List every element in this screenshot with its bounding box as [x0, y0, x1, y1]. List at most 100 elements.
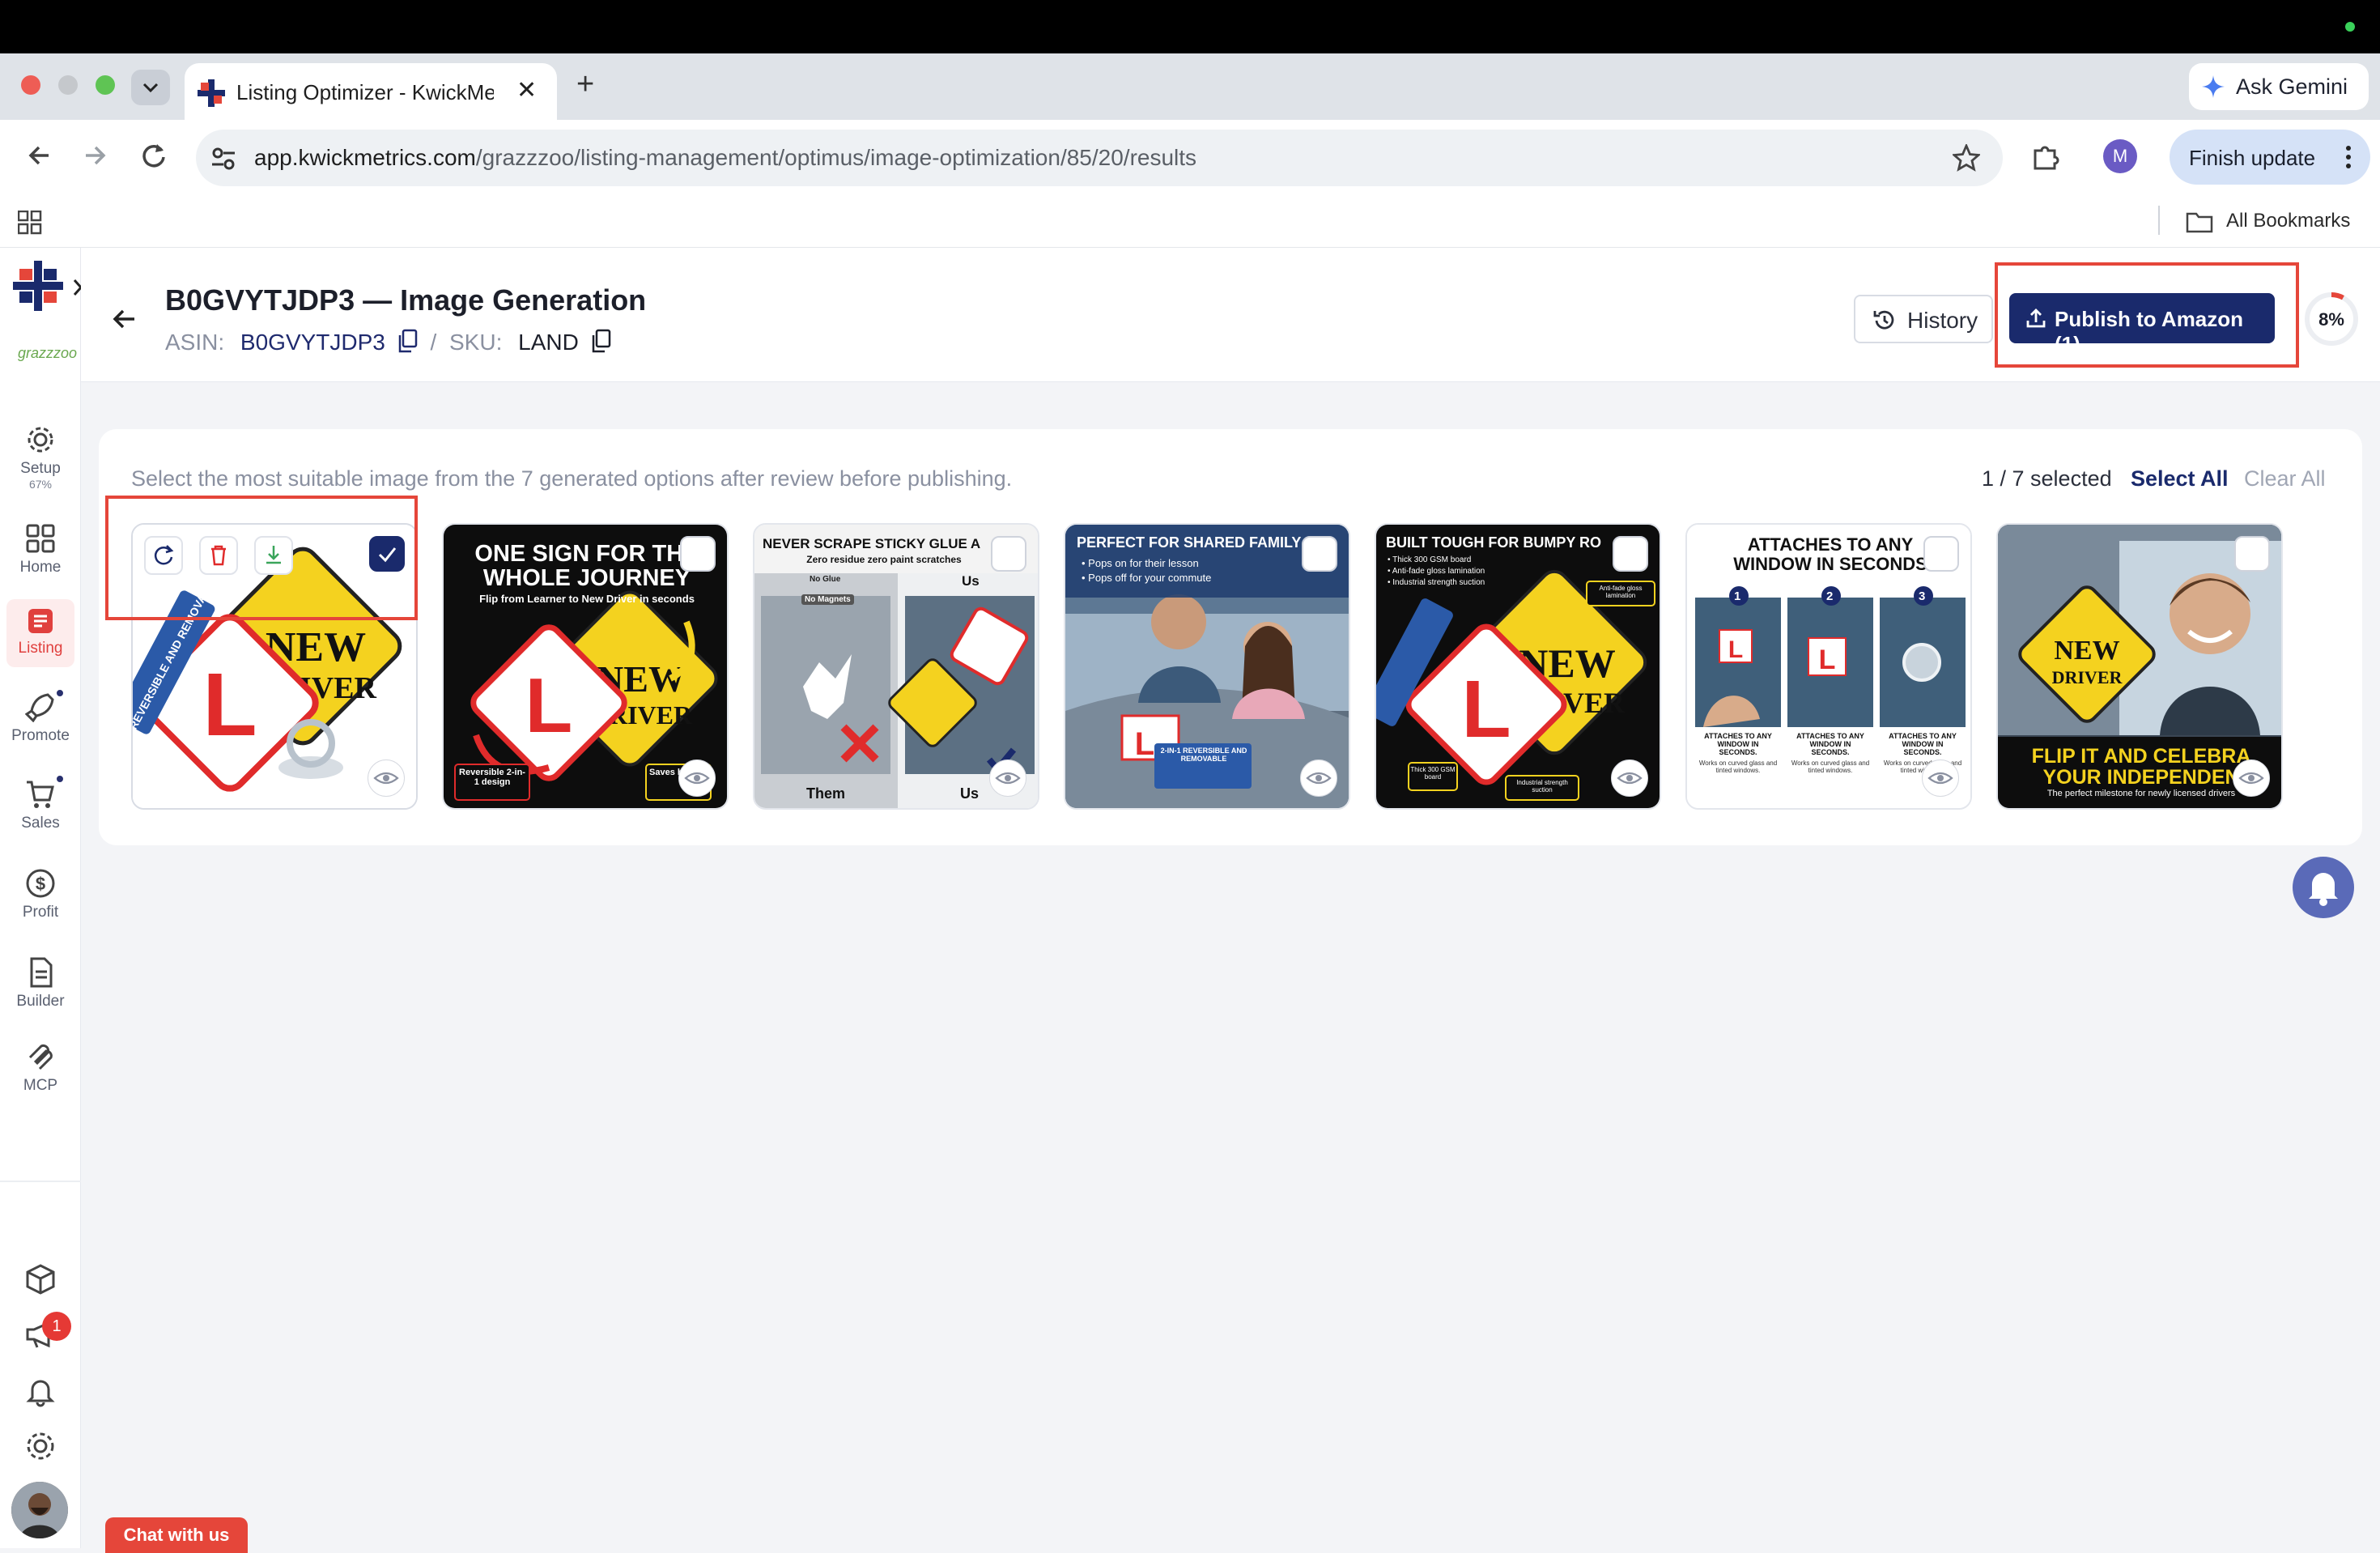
sidebar-divider	[0, 1181, 81, 1182]
copy-sku-icon[interactable]	[590, 329, 611, 353]
address-bar[interactable]: app.kwickmetrics.com/grazzzoo/listing-ma…	[196, 130, 2003, 186]
image-3-us-bottom: Us	[960, 785, 980, 802]
finish-update-button[interactable]: Finish update	[2170, 130, 2370, 185]
image-select-checkbox[interactable]	[1302, 536, 1337, 572]
asin-label: ASIN:	[165, 330, 225, 355]
tab-search-button[interactable]	[131, 70, 170, 105]
sidebar-item-sales[interactable]: Sales	[0, 779, 81, 832]
copy-asin-icon[interactable]	[397, 329, 418, 353]
package-box-icon[interactable]	[24, 1263, 57, 1296]
all-bookmarks-label[interactable]: All Bookmarks	[2226, 210, 2350, 232]
image-select-checkbox[interactable]	[680, 536, 716, 572]
chat-with-us-button[interactable]: Chat with us	[105, 1517, 248, 1553]
window-minimize-button[interactable]	[58, 75, 78, 95]
new-tab-button[interactable]: +	[576, 67, 594, 102]
product-identifiers: ASIN: B0GVYTJDP3 / SKU: LAND	[165, 329, 611, 355]
eye-icon	[373, 772, 399, 785]
select-all-link[interactable]: Select All	[2131, 466, 2229, 491]
svg-text:$: $	[36, 874, 45, 894]
document-icon	[30, 957, 53, 988]
announcement-badge: 1	[42, 1312, 71, 1341]
image-select-checkbox[interactable]	[1923, 536, 1959, 572]
camera-indicator	[2345, 22, 2355, 32]
window-close-button[interactable]	[21, 75, 40, 95]
image-4-headline: PERFECT FOR SHARED FAMILY	[1077, 534, 1302, 551]
system-menu-bar	[0, 0, 2380, 53]
sku-value: LAND	[518, 330, 579, 355]
page-header: B0GVYTJDP3 — Image Generation ASIN: B0GV…	[81, 248, 2380, 382]
generated-image-5[interactable]: NEW DRIVER L BUILT TOUGH FOR BUMPY RO • …	[1375, 523, 1661, 810]
image-6-caption-1: ATTACHES TO ANY WINDOW IN SECONDS.	[1704, 732, 1772, 756]
sidebar-item-listing[interactable]: Listing	[6, 599, 74, 667]
image-4-bullet-2: • Pops off for your commute	[1082, 572, 1212, 584]
image-5-callout-suction: Industrial strength suction	[1516, 779, 1568, 794]
url-text: app.kwickmetrics.com/grazzzoo/listing-ma…	[254, 145, 1197, 170]
sidebar-item-setup[interactable]: Setup 67%	[0, 424, 81, 491]
extensions-puzzle-icon[interactable]	[2030, 141, 2063, 173]
image-5-headline: BUILT TOUGH FOR BUMPY RO	[1386, 534, 1602, 551]
image-results-card: Select the most suitable image from the …	[99, 429, 2362, 845]
tab-close-icon[interactable]: ✕	[516, 76, 537, 104]
preview-button[interactable]	[989, 759, 1026, 797]
promote-notification-dot	[55, 688, 65, 698]
finish-update-label: Finish update	[2189, 146, 2316, 170]
apps-grid-icon[interactable]	[18, 211, 42, 235]
preview-button[interactable]	[1611, 759, 1648, 797]
image-3-us-top: Us	[962, 573, 980, 589]
window-zoom-button[interactable]	[96, 75, 115, 95]
selection-instruction: Select the most suitable image from the …	[131, 466, 1013, 491]
sidebar-item-profit[interactable]: $ Profit	[0, 868, 81, 921]
image-select-checkbox[interactable]	[1613, 536, 1648, 572]
preview-button[interactable]	[368, 759, 405, 797]
profile-avatar[interactable]: M	[2103, 139, 2137, 173]
notifications-fab[interactable]	[2293, 857, 2354, 918]
bell-icon[interactable]	[24, 1375, 57, 1407]
generated-image-7[interactable]: NEW DRIVER NEW DRIVER FLIP IT AND CELEBR…	[1996, 523, 2283, 810]
user-photo	[11, 1482, 68, 1538]
site-settings-icon[interactable]	[210, 146, 236, 172]
generated-image-2[interactable]: NEW DRIVER L ONE SIGN FOR THE WHOLE JOUR…	[442, 523, 729, 810]
sidebar-item-promote[interactable]: Promote	[0, 691, 81, 745]
sidebar-item-builder[interactable]: Builder	[0, 957, 81, 1011]
rocket-icon	[25, 693, 54, 722]
kwickmetrics-logo[interactable]	[13, 261, 63, 311]
generated-image-6[interactable]: L L ATTACHES TO ANY WINDOW IN SECONDS 1 …	[1685, 523, 1972, 810]
image-select-checkbox[interactable]	[2234, 536, 2270, 572]
image-6-step-2: 2	[1826, 589, 1834, 603]
svg-text:NEW: NEW	[2054, 636, 2119, 666]
bookmark-star-icon[interactable]	[1953, 144, 1980, 172]
kebab-menu-icon	[2346, 146, 2351, 168]
settings-gear-icon[interactable]	[24, 1430, 57, 1462]
back-arrow-icon[interactable]	[110, 304, 139, 334]
back-button[interactable]	[24, 141, 53, 170]
generated-image-4[interactable]: L PERFECT FOR SHARED FAMILY • Pops on fo…	[1064, 523, 1350, 810]
preview-button[interactable]	[1922, 759, 1959, 797]
ask-gemini-button[interactable]: Ask Gemini	[2189, 63, 2369, 110]
image-select-checkbox[interactable]	[991, 536, 1026, 572]
preview-button[interactable]	[1300, 759, 1337, 797]
sidebar-item-mcp[interactable]: MCP	[0, 1041, 81, 1095]
publish-to-amazon-button[interactable]: Publish to Amazon (1)	[2009, 293, 2275, 356]
image-5-bullet-1: • Thick 300 GSM board	[1388, 555, 1472, 564]
reload-button[interactable]	[139, 141, 168, 170]
gear-icon	[28, 427, 53, 453]
sidebar-item-home[interactable]: Home	[0, 523, 81, 577]
site-favicon-icon	[198, 79, 225, 107]
setup-progress: 67%	[28, 478, 53, 491]
history-button[interactable]: History	[1854, 295, 1993, 343]
generated-image-3[interactable]: NEVER SCRAPE STICKY GLUE A Zero residue …	[753, 523, 1039, 810]
user-avatar[interactable]	[11, 1482, 68, 1538]
mcp-icon	[28, 1044, 53, 1070]
preview-button[interactable]	[2233, 759, 2270, 797]
progress-percent: 8%	[2318, 309, 2344, 330]
clear-all-link[interactable]: Clear All	[2244, 466, 2326, 491]
id-separator: /	[430, 330, 437, 355]
browser-tab-active[interactable]: Listing Optimizer - KwickMetrics ✕	[185, 63, 557, 120]
learner-l-mark: L	[202, 655, 257, 755]
image-5-callout-board: Thick 300 GSM board	[1410, 766, 1456, 781]
preview-button[interactable]	[678, 759, 716, 797]
sku-label: SKU:	[449, 330, 503, 355]
sidebar-item-label: Home	[19, 559, 62, 576]
bell-icon	[2309, 873, 2338, 906]
forward-button[interactable]	[81, 141, 110, 170]
